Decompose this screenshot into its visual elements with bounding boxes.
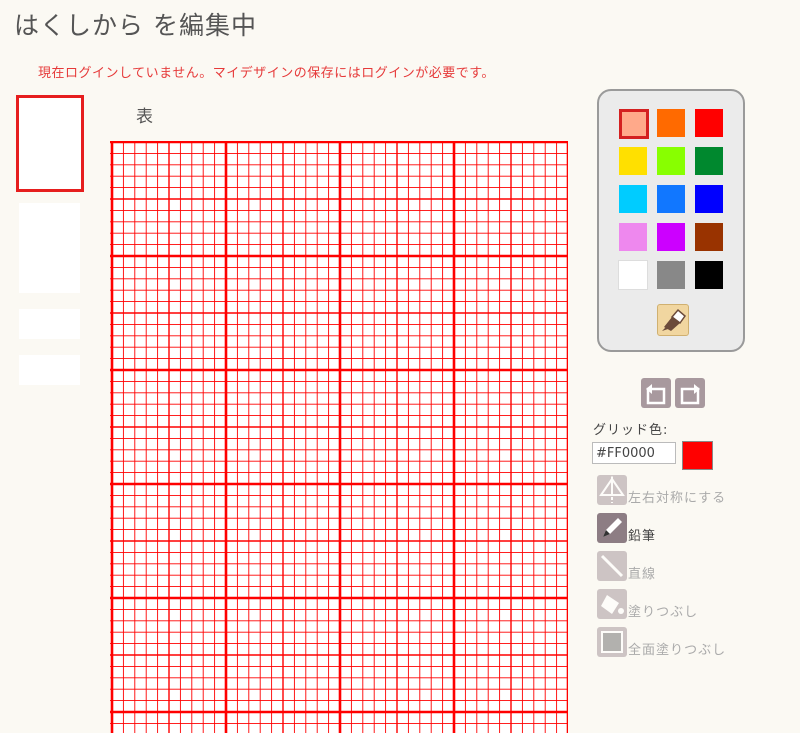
undo-arrow-icon: [646, 384, 666, 405]
tool-line-label: 直線: [628, 567, 657, 582]
design-thumbnail-back[interactable]: [19, 203, 80, 293]
color-swatch[interactable]: [619, 109, 649, 139]
login-notice: 現在ログインしていません。マイデザインの保存にはログインが必要です。: [38, 66, 495, 81]
grid-color-swatch[interactable]: [682, 441, 713, 470]
grid-color-input[interactable]: [592, 442, 676, 464]
mirror-icon: [597, 475, 627, 505]
design-thumbnail-front[interactable]: [16, 95, 84, 192]
side-label: 表: [136, 107, 153, 127]
color-swatch[interactable]: [695, 109, 723, 137]
color-swatch[interactable]: [618, 260, 648, 290]
color-swatch[interactable]: [657, 223, 685, 251]
tool-pencil-label: 鉛筆: [628, 529, 657, 544]
pixel-grid[interactable]: [110, 141, 568, 733]
tool-fill-all-label: 全面塗りつぶし: [628, 643, 727, 658]
paint-tube-icon: [662, 308, 687, 331]
color-swatch[interactable]: [657, 261, 685, 289]
grid-color-label: グリッド色:: [593, 423, 669, 438]
fill-square-icon: [597, 627, 627, 657]
design-thumbnail-4[interactable]: [19, 355, 80, 385]
pixel-grid-canvas[interactable]: [110, 141, 568, 733]
color-swatch[interactable]: [619, 223, 647, 251]
color-swatch[interactable]: [657, 109, 685, 137]
color-palette: [597, 89, 745, 352]
page-title: はくしから を編集中: [14, 11, 257, 40]
redo-arrow-icon: [680, 384, 700, 405]
tool-pencil[interactable]: 鉛筆: [597, 513, 797, 547]
tool-fill-all[interactable]: 全面塗りつぶし: [597, 627, 797, 661]
color-swatch[interactable]: [619, 147, 647, 175]
color-swatch[interactable]: [619, 185, 647, 213]
color-swatch[interactable]: [695, 147, 723, 175]
tool-fill[interactable]: 塗りつぶし: [597, 589, 797, 623]
color-swatch[interactable]: [657, 147, 685, 175]
line-icon: [597, 551, 627, 581]
redo-button[interactable]: [675, 378, 705, 408]
tool-line[interactable]: 直線: [597, 551, 797, 585]
design-thumbnail-3[interactable]: [19, 309, 80, 339]
color-swatch[interactable]: [695, 261, 723, 289]
tool-mirror[interactable]: 左右対称にする: [597, 475, 797, 509]
color-swatch[interactable]: [695, 185, 723, 213]
paint-tube-button[interactable]: [657, 304, 689, 336]
undo-button[interactable]: [641, 378, 671, 408]
bucket-icon: [597, 589, 627, 619]
tool-fill-label: 塗りつぶし: [628, 605, 699, 620]
color-swatch[interactable]: [657, 185, 685, 213]
color-swatch[interactable]: [695, 223, 723, 251]
pencil-icon: [597, 513, 627, 543]
tool-mirror-label: 左右対称にする: [628, 491, 727, 506]
